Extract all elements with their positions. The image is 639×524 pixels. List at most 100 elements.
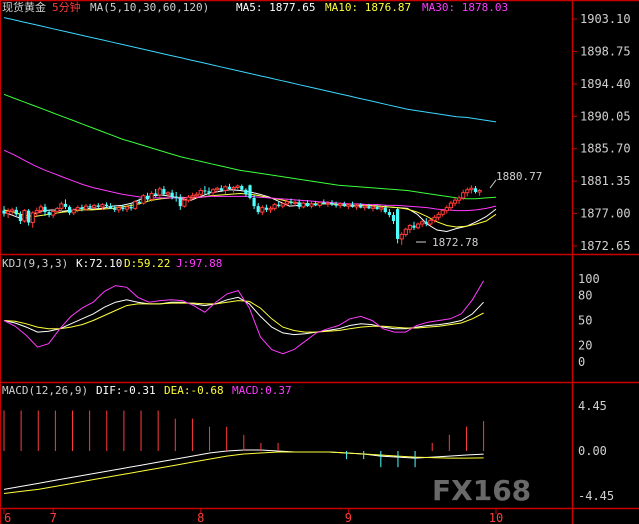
candle-body [432, 216, 437, 221]
candle-body [424, 221, 428, 225]
candle-body [211, 189, 216, 194]
candle-body [407, 225, 412, 230]
candle-body [207, 191, 211, 193]
candle-body [301, 202, 306, 208]
ma10-value: MA10: 1876.87 [325, 1, 411, 14]
kdj-tick-label: 80 [578, 289, 592, 303]
candle-body [346, 204, 351, 207]
candle-body [391, 215, 396, 222]
ma5-value: MA5: 1877.65 [236, 1, 315, 14]
candle-body [317, 201, 322, 206]
period-label: 5分钟 [52, 0, 81, 14]
low-annotation: 1872.78 [432, 236, 478, 249]
candle-body [264, 207, 268, 210]
candle-body [137, 201, 141, 204]
candle-body [116, 207, 121, 211]
candle-body [198, 189, 203, 195]
price-tick-label: 1877.00 [580, 207, 631, 221]
candle-body [362, 205, 367, 209]
candle-body [477, 189, 482, 193]
candle-body [104, 204, 109, 207]
macd-dif-value: DIF:-0.31 [96, 384, 156, 397]
time-tick-label: 8 [197, 511, 204, 524]
candle-body [314, 203, 318, 206]
macd-hist-value: MACD:0.37 [232, 384, 292, 397]
price-axis-labels: 1903.10 1898.75 1894.40 1890.05 1885.70 1881.… [572, 12, 631, 503]
kdj-lines [3, 280, 485, 355]
candle-body [277, 204, 281, 207]
macd-line-dif [3, 449, 484, 490]
time-axis-labels: 6 7 8 9 10 [3, 508, 503, 524]
candle-body [121, 207, 125, 210]
price-tick-label: 1898.75 [580, 44, 631, 58]
instrument-name: 现货黄金 [2, 0, 46, 14]
candle-body [190, 195, 195, 198]
ma-params: MA(5,10,30,60,120) [90, 1, 209, 14]
candle-body [399, 233, 404, 240]
price-tick-label: 1872.65 [580, 239, 631, 253]
candle-body [473, 188, 478, 192]
candle-body [38, 206, 43, 212]
candle-body [186, 196, 191, 201]
price-tick-label: 1903.10 [580, 12, 631, 26]
candle-body [309, 203, 314, 207]
time-tick-label: 7 [50, 511, 57, 524]
candle-body [170, 192, 174, 197]
kdj-tick-label: 20 [578, 338, 592, 352]
candle-body [145, 195, 150, 200]
price-tick-label: 1885.70 [580, 142, 631, 156]
candle-body [92, 204, 97, 209]
candle-body [256, 206, 260, 213]
candle-body [96, 205, 100, 207]
candle-body [109, 206, 113, 209]
candle-body [325, 202, 330, 205]
candle-body [396, 209, 400, 239]
candle-body [284, 201, 289, 205]
candle-body [334, 204, 338, 206]
macd-lines [3, 410, 485, 494]
candle-body [34, 210, 39, 214]
candle-body [330, 203, 334, 205]
candle-body [248, 185, 252, 198]
ma30-value: MA30: 1878.03 [422, 1, 508, 14]
ma-line-ma30 [3, 149, 497, 212]
candle-body [227, 186, 232, 189]
candle-body [436, 213, 441, 218]
candle-body [387, 212, 391, 216]
candle-body [375, 206, 379, 210]
kdj-tick-label: 50 [578, 314, 592, 328]
candle-body [272, 204, 277, 209]
candle-body [235, 185, 240, 188]
candle-body [6, 210, 11, 215]
candle-body [27, 210, 31, 223]
candle-body [367, 206, 371, 209]
candlesticks [2, 183, 482, 245]
candle-body [440, 210, 445, 215]
candle-body [124, 206, 130, 210]
candle-body [10, 209, 15, 212]
candle-body [51, 210, 56, 216]
candle-body [420, 221, 425, 225]
candle-body [465, 189, 470, 194]
candle-body [322, 202, 326, 204]
price-tick-label: 1894.40 [580, 77, 631, 91]
candle-body [2, 210, 6, 214]
candle-body [461, 192, 466, 199]
candle-body [30, 212, 35, 224]
candle-body [63, 203, 68, 207]
candle-body [59, 203, 64, 209]
candle-body [113, 208, 117, 210]
candle-body [231, 186, 236, 190]
candle-body [469, 187, 474, 191]
candle-body [354, 204, 359, 208]
kdj-j-value: J:97.88 [176, 257, 222, 270]
candle-body [244, 189, 248, 195]
candle-body [157, 188, 162, 196]
time-tick-label: 9 [345, 511, 352, 524]
kdj-params: KDJ(9,3,3) [2, 257, 68, 270]
candle-body [359, 205, 363, 208]
candle-body [338, 203, 343, 206]
candle-body [133, 201, 138, 209]
candle-body [428, 219, 433, 225]
macd-params: MACD(12,26,9) [2, 384, 88, 397]
